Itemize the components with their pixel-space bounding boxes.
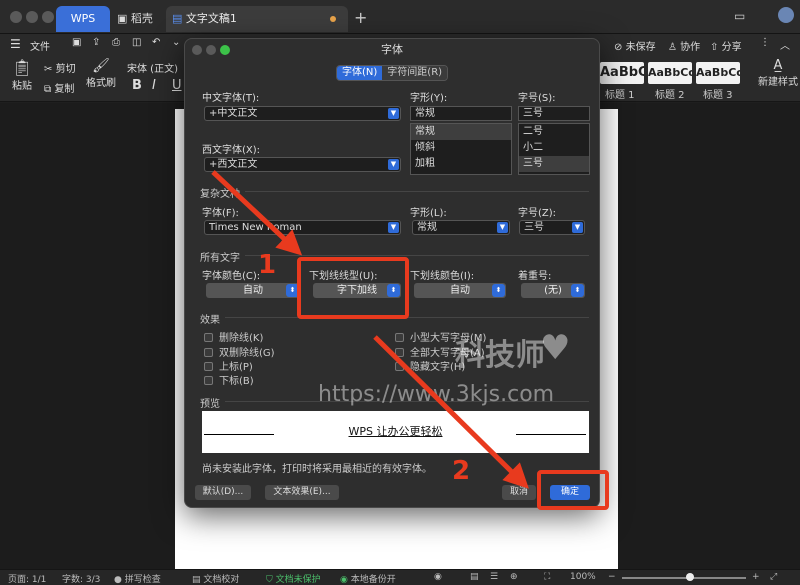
highlight-underline-type: [297, 257, 409, 319]
step-1-label: 1: [258, 250, 277, 280]
step-2-label: 2: [452, 456, 471, 486]
arrow-to-underline-type: [211, 170, 303, 256]
highlight-ok-button: [537, 470, 609, 510]
arrow-to-ok-button: [373, 335, 529, 489]
